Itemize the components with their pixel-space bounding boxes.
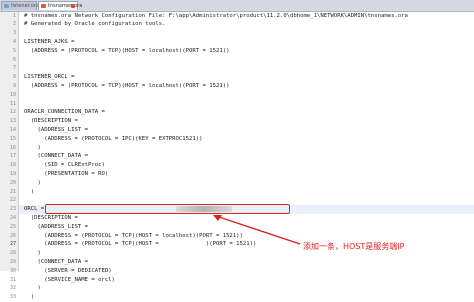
code-line: (ADDRESS = (PROTOCOL = IPC)(KEY = EXTPRO… [24, 135, 203, 142]
line-number: 1 [12, 12, 16, 19]
code-line: (DESCRIPTION = [24, 118, 78, 125]
tab-listener[interactable]: listener.ora [1, 1, 40, 10]
line-number: 28 [9, 250, 16, 257]
line-number: 9 [12, 82, 16, 89]
line-number: 32 [9, 285, 16, 292]
line-number: 10 [9, 91, 16, 98]
line-number: 33 [9, 294, 16, 301]
tab-label: listener.ora [11, 3, 40, 9]
line-number: 11 [9, 100, 16, 107]
code-line: (SERVER = DEDICATED) [24, 267, 112, 274]
line-number: 4 [12, 38, 16, 45]
code-line: LISTENER_AJKS = [24, 38, 75, 45]
line-number: 21 [9, 188, 16, 195]
code-line: (CONNECT_DATA = [24, 153, 88, 160]
line-number-gutter: 1 2 3 4 5 6 7 8 9 10 11 12 13 14 15 16 17 18 19 20 21 22 23 24 2… [0, 12, 19, 300]
line-number: 22 [9, 197, 16, 204]
code-line: ) [24, 294, 35, 301]
code-line: (ADDRESS = (PROTOCOL = TCP)(HOST = )(POR… [24, 241, 257, 248]
tab-tnsnames[interactable]: tnsnames.ora [38, 1, 82, 10]
line-number: 27 [9, 241, 16, 248]
tab-label: tnsnames.ora [48, 3, 83, 9]
line-number: 14 [9, 126, 16, 133]
annotation-label: 添加一条，HOST是服务端IP [303, 242, 405, 251]
line-number: 29 [9, 258, 16, 265]
code-line: ) [24, 144, 41, 151]
line-number: 20 [9, 179, 16, 186]
line-number: 13 [9, 118, 16, 125]
code-line: ORCL = [24, 206, 45, 213]
code-line: (ADDRESS_LIST = [24, 126, 88, 133]
code-line: ORACLR_CONNECTION_DATA = [24, 109, 105, 116]
line-number: 24 [9, 214, 16, 221]
code-line: ) [24, 188, 35, 195]
line-number: 3 [12, 30, 16, 37]
code-line: # tnsnames.ora Network Configuration Fil… [24, 12, 408, 19]
document-icon [4, 4, 9, 8]
line-number: 7 [12, 65, 16, 72]
code-line: LISTENER_ORCL = [24, 74, 75, 81]
line-number: 12 [9, 109, 16, 116]
line-number: 8 [12, 74, 16, 81]
code-line: (ADDRESS = (PROTOCOL = TCP)(HOST = local… [24, 47, 230, 54]
code-line: (SERVICE_NAME = orcl) [24, 276, 115, 283]
redacted-host [176, 206, 232, 212]
line-number: 26 [9, 232, 16, 239]
line-number: 23 [9, 206, 16, 213]
line-number: 18 [9, 162, 16, 169]
code-line: ) [24, 179, 41, 186]
code-line: (CONNECT_DATA = [24, 258, 88, 265]
code-line: ) [24, 285, 41, 292]
document-icon [41, 4, 46, 8]
code-line: (PRESENTATION = RO) [24, 170, 109, 177]
close-icon[interactable] [71, 4, 75, 8]
line-number: 19 [9, 170, 16, 177]
line-number: 16 [9, 144, 16, 151]
code-line: (ADDRESS = (PROTOCOL = TCP)(HOST = local… [24, 232, 243, 239]
code-line: # Generated by Oracle configuration tool… [24, 21, 166, 28]
code-line: (DESCRIPTION = [24, 214, 78, 221]
code-line: ) [24, 250, 41, 257]
line-number: 17 [9, 153, 16, 160]
line-number: 2 [12, 21, 16, 28]
code-line: (ADDRESS = (PROTOCOL = TCP)(HOST = local… [24, 82, 230, 89]
line-number: 6 [12, 56, 16, 63]
code-line: (SID = CLRExtProc) [24, 162, 105, 169]
highlight-box [45, 204, 290, 214]
line-number: 30 [9, 267, 16, 274]
line-number: 5 [12, 47, 16, 54]
code-line: (ADDRESS_LIST = [24, 223, 88, 230]
line-number: 31 [9, 276, 16, 283]
line-number: 15 [9, 135, 16, 142]
line-number: 25 [9, 223, 16, 230]
tab-bar: listener.ora tnsnames.ora [0, 0, 474, 12]
